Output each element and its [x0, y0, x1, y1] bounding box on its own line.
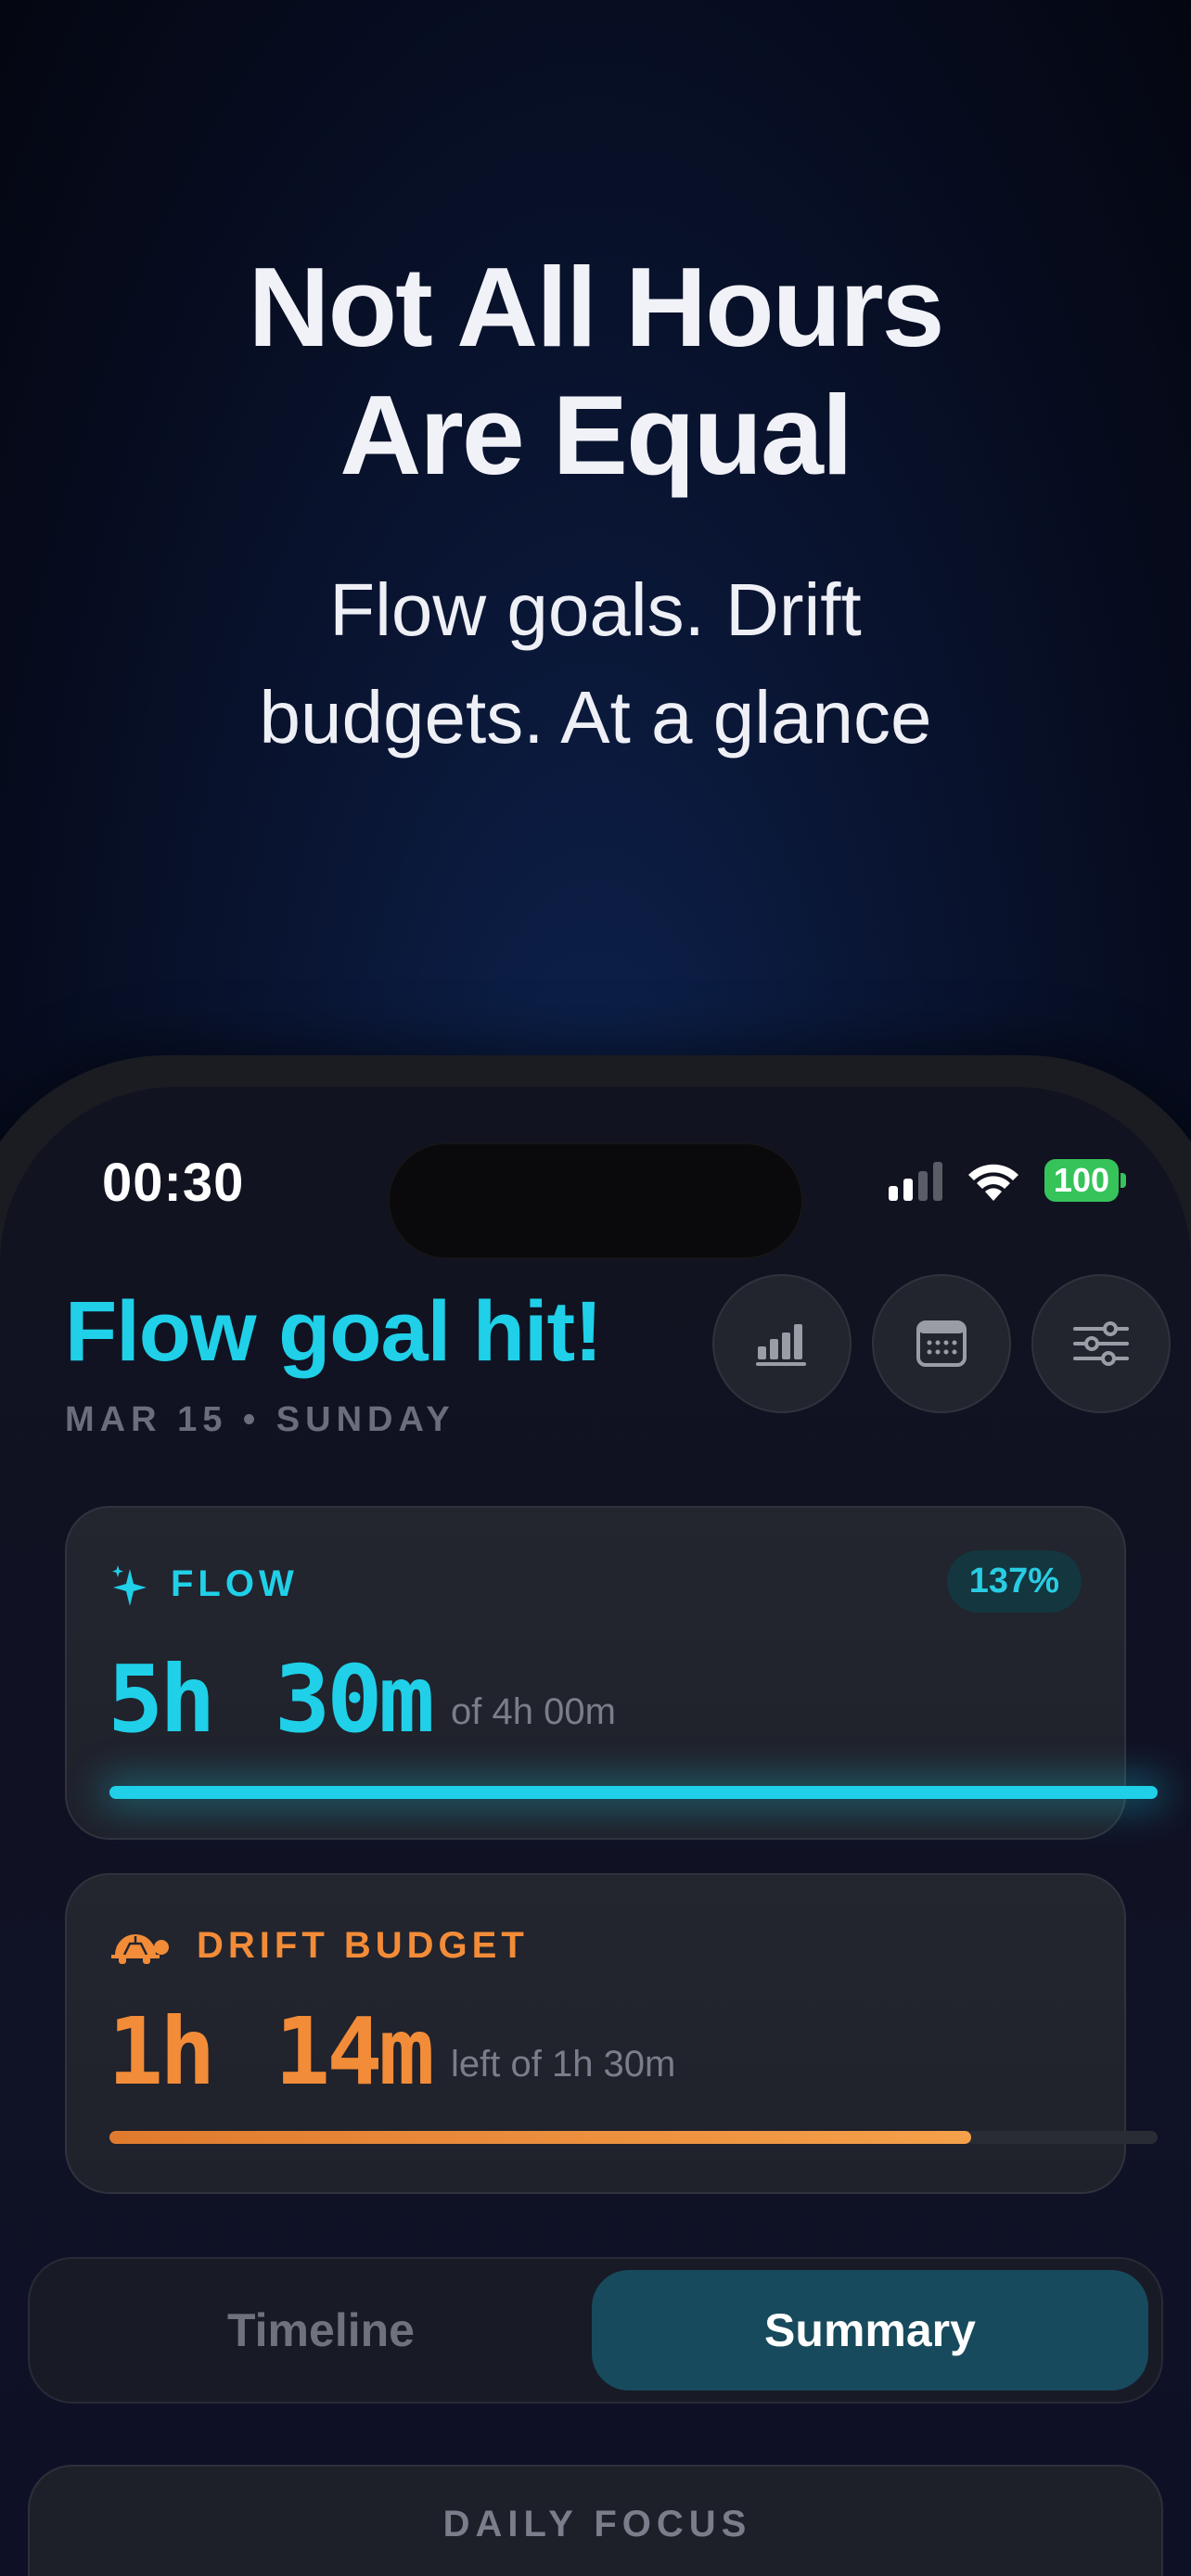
drift-progress-fill: [109, 2131, 971, 2144]
flow-card[interactable]: FLOW 137% 5h 30m of 4h 00m: [65, 1506, 1158, 1840]
tab-summary[interactable]: Summary: [592, 2270, 1148, 2391]
stats-button[interactable]: [712, 1274, 852, 1413]
battery-icon: 100: [1044, 1159, 1126, 1202]
battery-level: 100: [1044, 1159, 1119, 1202]
settings-button[interactable]: [1031, 1274, 1171, 1413]
sliders-icon: [1073, 1321, 1129, 1366]
flow-percent-badge: 137%: [946, 1550, 1082, 1613]
sparkle-icon: [112, 1565, 147, 1606]
flow-label: FLOW: [171, 1563, 299, 1604]
cellular-signal-icon: [888, 1160, 942, 1201]
page-title: Flow goal hit!: [65, 1284, 603, 1379]
subheadline: Flow goals. Drift budgets. At a glance: [0, 556, 1191, 772]
daily-focus-card[interactable]: DAILY FOCUS: [28, 2465, 1163, 2576]
headline-line-1: Not All Hours: [248, 244, 945, 370]
turtle-icon: [111, 1934, 169, 1964]
headline-line-2: Are Equal: [339, 372, 853, 498]
drift-hours: 1h: [108, 1997, 215, 2106]
drift-minutes: 14m: [275, 1997, 435, 2106]
wifi-icon: [967, 1164, 1018, 1201]
subhead-line-1: Flow goals. Drift: [329, 568, 862, 651]
calendar-button[interactable]: [872, 1274, 1011, 1413]
dynamic-island: [388, 1142, 803, 1259]
tab-timeline[interactable]: Timeline: [43, 2270, 599, 2391]
drift-budget-text: left of 1h 30m: [451, 2044, 676, 2085]
drift-label: DRIFT BUDGET: [197, 1925, 529, 1966]
flow-goal-text: of 4h 00m: [451, 1691, 616, 1732]
drift-budget-card[interactable]: DRIFT BUDGET 1h 14m left of 1h 30m: [65, 1873, 1158, 2194]
flow-progress-fill: [109, 1786, 1158, 1799]
status-time: 00:30: [102, 1153, 245, 1213]
status-icons: 100: [888, 1159, 1126, 1202]
view-segmented-control: Timeline Summary: [28, 2257, 1163, 2404]
bar-chart-icon: [756, 1324, 806, 1366]
subhead-line-2: budgets. At a glance: [259, 676, 932, 759]
flow-hours: 5h: [108, 1645, 215, 1753]
calendar-icon: [916, 1320, 967, 1367]
daily-focus-label: DAILY FOCUS: [442, 2504, 752, 2544]
drift-progress-track: [109, 2131, 1158, 2144]
flow-progress-track: [109, 1786, 1158, 1799]
headline: Not All Hours Are Equal: [0, 243, 1191, 499]
date-label: MAR 15 • SUNDAY: [65, 1400, 455, 1439]
flow-minutes: 30m: [275, 1645, 435, 1753]
phone-screen: 00:30 100 Flow goal hit! MAR 15 • SUNDAY: [0, 1087, 1191, 2576]
